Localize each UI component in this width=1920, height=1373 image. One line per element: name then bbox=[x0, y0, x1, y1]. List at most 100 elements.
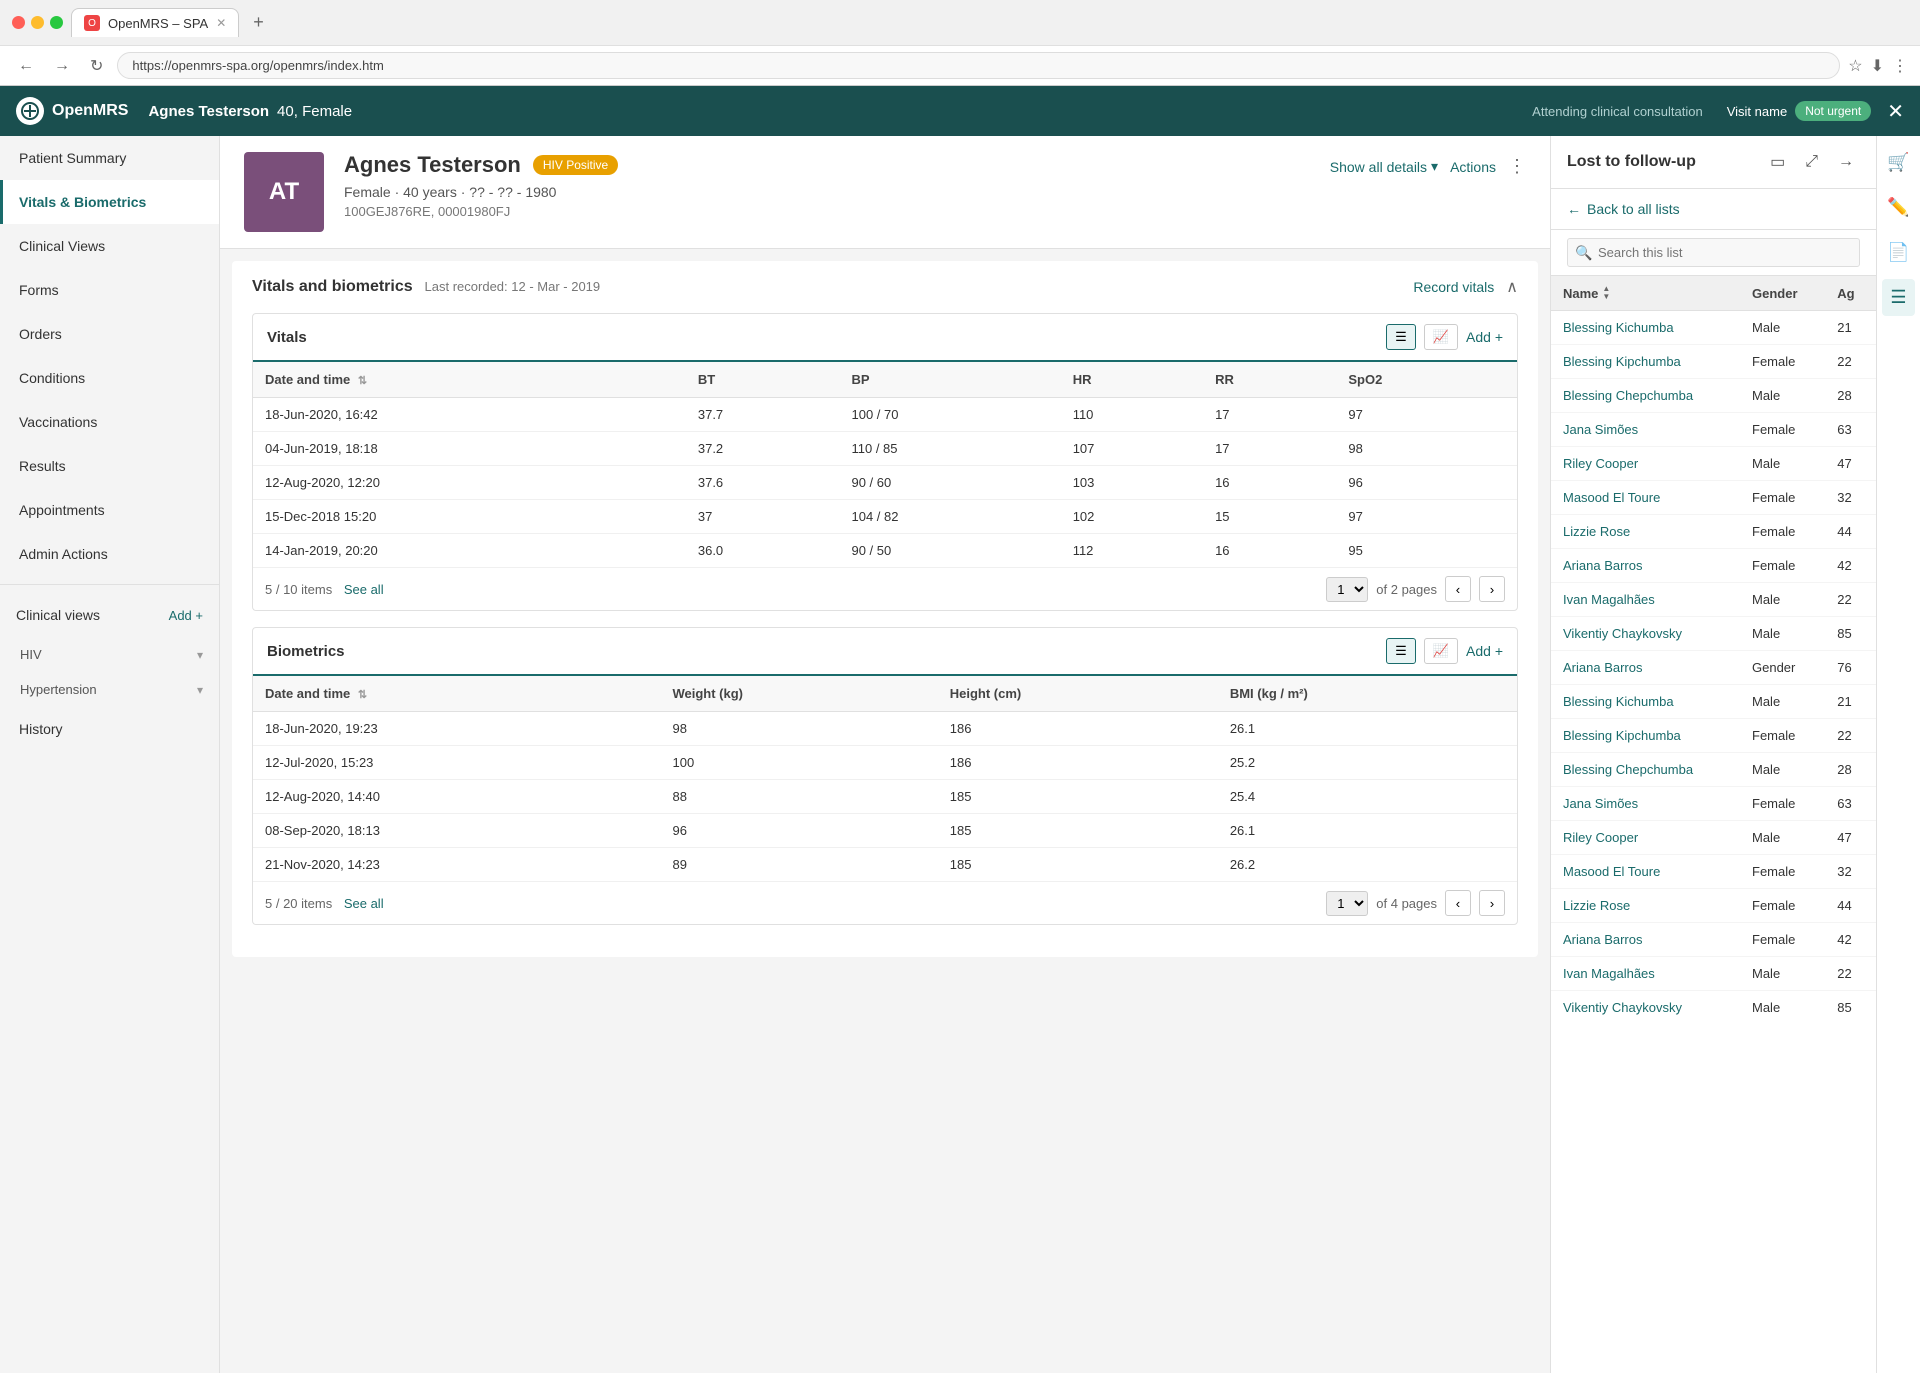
browser-tab[interactable]: O OpenMRS – SPA ✕ bbox=[71, 8, 239, 37]
list-item[interactable]: Ariana Barros Female 42 bbox=[1551, 923, 1876, 957]
patient-link[interactable]: Blessing Kichumba bbox=[1563, 320, 1674, 335]
vitals-page-select[interactable]: 12 bbox=[1326, 577, 1368, 602]
add-biometrics-button[interactable]: Add + bbox=[1466, 643, 1503, 659]
biometrics-chart-view-button[interactable]: 📈 bbox=[1424, 638, 1458, 664]
sort-name-button[interactable]: Name ▲▼ bbox=[1563, 285, 1728, 301]
panel-icon-cart[interactable]: 🛒 bbox=[1879, 144, 1917, 181]
collapse-section-icon[interactable]: ∧ bbox=[1506, 277, 1518, 297]
see-all-vitals-button[interactable]: See all bbox=[344, 582, 384, 597]
list-item[interactable]: Riley Cooper Male 47 bbox=[1551, 447, 1876, 481]
list-item[interactable]: Blessing Kichumba Male 21 bbox=[1551, 685, 1876, 719]
clinical-views-add-button[interactable]: Add + bbox=[169, 608, 203, 623]
panel-icon-list[interactable]: ☰ bbox=[1882, 279, 1914, 316]
sidebar-item-clinical-views[interactable]: Clinical Views bbox=[0, 224, 219, 268]
list-item[interactable]: Riley Cooper Male 47 bbox=[1551, 821, 1876, 855]
patient-link[interactable]: Ariana Barros bbox=[1563, 660, 1642, 675]
back-to-all-lists-button[interactable]: ← Back to all lists bbox=[1567, 201, 1680, 217]
sidebar-item-hiv[interactable]: HIV ▾ bbox=[0, 637, 219, 672]
sort-icon[interactable]: ⇅ bbox=[358, 375, 367, 387]
list-item[interactable]: Ariana Barros Gender 76 bbox=[1551, 651, 1876, 685]
panel-minimize-button[interactable]: ▭ bbox=[1764, 148, 1791, 176]
patient-link[interactable]: Ariana Barros bbox=[1563, 558, 1642, 573]
vitals-next-page[interactable]: › bbox=[1479, 576, 1505, 602]
sidebar-item-hypertension[interactable]: Hypertension ▾ bbox=[0, 672, 219, 707]
patient-link[interactable]: Ivan Magalhães bbox=[1563, 966, 1655, 981]
list-item[interactable]: Vikentiy Chaykovsky Male 85 bbox=[1551, 617, 1876, 651]
show-all-details-button[interactable]: Show all details ▾ bbox=[1330, 158, 1438, 175]
patient-link[interactable]: Blessing Chepchumba bbox=[1563, 762, 1693, 777]
patient-link[interactable]: Blessing Kichumba bbox=[1563, 694, 1674, 709]
list-item[interactable]: Blessing Kipchumba Female 22 bbox=[1551, 345, 1876, 379]
patient-link[interactable]: Riley Cooper bbox=[1563, 830, 1638, 845]
list-item[interactable]: Jana Simões Female 63 bbox=[1551, 413, 1876, 447]
patient-link[interactable]: Masood El Toure bbox=[1563, 864, 1660, 879]
sidebar-item-vaccinations[interactable]: Vaccinations bbox=[0, 400, 219, 444]
list-item[interactable]: Vikentiy Chaykovsky Male 85 bbox=[1551, 991, 1876, 1025]
more-options-icon[interactable]: ⋮ bbox=[1508, 156, 1526, 177]
sidebar-item-patient-summary[interactable]: Patient Summary bbox=[0, 136, 219, 180]
minimize-window-button[interactable] bbox=[31, 16, 44, 29]
patient-link[interactable]: Vikentiy Chaykovsky bbox=[1563, 626, 1682, 641]
sidebar-item-forms[interactable]: Forms bbox=[0, 268, 219, 312]
forward-button[interactable]: → bbox=[48, 55, 76, 77]
list-item[interactable]: Ariana Barros Female 42 bbox=[1551, 549, 1876, 583]
list-item[interactable]: Masood El Toure Female 32 bbox=[1551, 855, 1876, 889]
record-vitals-button[interactable]: Record vitals bbox=[1413, 279, 1494, 295]
list-item[interactable]: Blessing Chepchumba Male 28 bbox=[1551, 379, 1876, 413]
download-icon[interactable]: ⬇ bbox=[1871, 56, 1884, 76]
new-tab-button[interactable]: + bbox=[247, 12, 270, 33]
table-view-button[interactable]: ☰ bbox=[1386, 324, 1416, 350]
biometrics-next-page[interactable]: › bbox=[1479, 890, 1505, 916]
sidebar-item-admin-actions[interactable]: Admin Actions bbox=[0, 532, 219, 576]
fullscreen-window-button[interactable] bbox=[50, 16, 63, 29]
list-item[interactable]: Lizzie Rose Female 44 bbox=[1551, 889, 1876, 923]
patient-link[interactable]: Ariana Barros bbox=[1563, 932, 1642, 947]
sidebar-item-appointments[interactable]: Appointments bbox=[0, 488, 219, 532]
tab-close-button[interactable]: ✕ bbox=[216, 16, 226, 30]
patient-link[interactable]: Jana Simões bbox=[1563, 422, 1638, 437]
close-window-button[interactable] bbox=[12, 16, 25, 29]
panel-icon-edit[interactable]: ✏️ bbox=[1879, 189, 1917, 226]
patient-list-search-input[interactable] bbox=[1567, 238, 1860, 267]
sidebar-item-results[interactable]: Results bbox=[0, 444, 219, 488]
patient-link[interactable]: Blessing Kipchumba bbox=[1563, 354, 1681, 369]
panel-expand-button[interactable]: ⤢ bbox=[1799, 149, 1824, 175]
address-bar[interactable] bbox=[117, 52, 1840, 79]
biometrics-prev-page[interactable]: ‹ bbox=[1445, 890, 1471, 916]
patient-link[interactable]: Vikentiy Chaykovsky bbox=[1563, 1000, 1682, 1015]
bookmark-icon[interactable]: ☆ bbox=[1848, 56, 1862, 76]
patient-link[interactable]: Lizzie Rose bbox=[1563, 524, 1630, 539]
biometrics-page-select[interactable]: 1234 bbox=[1326, 891, 1368, 916]
add-vitals-button[interactable]: Add + bbox=[1466, 329, 1503, 345]
sidebar-item-history[interactable]: History bbox=[0, 707, 219, 751]
chart-view-button[interactable]: 📈 bbox=[1424, 324, 1458, 350]
sidebar-item-conditions[interactable]: Conditions bbox=[0, 356, 219, 400]
menu-icon[interactable]: ⋮ bbox=[1892, 56, 1908, 76]
vitals-prev-page[interactable]: ‹ bbox=[1445, 576, 1471, 602]
list-item[interactable]: Masood El Toure Female 32 bbox=[1551, 481, 1876, 515]
list-item[interactable]: Blessing Kichumba Male 21 bbox=[1551, 311, 1876, 345]
actions-button[interactable]: Actions bbox=[1450, 159, 1496, 175]
list-item[interactable]: Blessing Chepchumba Male 28 bbox=[1551, 753, 1876, 787]
list-item[interactable]: Ivan Magalhães Male 22 bbox=[1551, 583, 1876, 617]
list-item[interactable]: Jana Simões Female 63 bbox=[1551, 787, 1876, 821]
panel-icon-document[interactable]: 📄 bbox=[1879, 234, 1917, 271]
sidebar-item-orders[interactable]: Orders bbox=[0, 312, 219, 356]
sidebar-item-vitals-biometrics[interactable]: Vitals & Biometrics bbox=[0, 180, 219, 224]
biometrics-table-view-button[interactable]: ☰ bbox=[1386, 638, 1416, 664]
patient-link[interactable]: Blessing Chepchumba bbox=[1563, 388, 1693, 403]
patient-link[interactable]: Riley Cooper bbox=[1563, 456, 1638, 471]
patient-link[interactable]: Ivan Magalhães bbox=[1563, 592, 1655, 607]
sort-icon[interactable]: ⇅ bbox=[358, 689, 367, 701]
panel-navigate-button[interactable]: → bbox=[1832, 149, 1860, 175]
patient-link[interactable]: Jana Simões bbox=[1563, 796, 1638, 811]
list-item[interactable]: Lizzie Rose Female 44 bbox=[1551, 515, 1876, 549]
back-button[interactable]: ← bbox=[12, 55, 40, 77]
patient-link[interactable]: Lizzie Rose bbox=[1563, 898, 1630, 913]
see-all-biometrics-button[interactable]: See all bbox=[344, 896, 384, 911]
patient-link[interactable]: Masood El Toure bbox=[1563, 490, 1660, 505]
patient-link[interactable]: Blessing Kipchumba bbox=[1563, 728, 1681, 743]
reload-button[interactable]: ↻ bbox=[84, 54, 109, 78]
list-item[interactable]: Blessing Kipchumba Female 22 bbox=[1551, 719, 1876, 753]
list-item[interactable]: Ivan Magalhães Male 22 bbox=[1551, 957, 1876, 991]
